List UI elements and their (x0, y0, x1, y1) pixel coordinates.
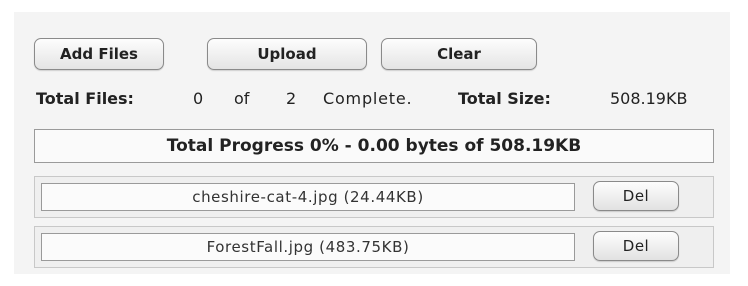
of-label: of (234, 89, 250, 108)
file-name-field: ForestFall.jpg (483.75KB) (41, 233, 575, 261)
clear-button[interactable]: Clear (381, 38, 537, 70)
file-row: ForestFall.jpg (483.75KB) Del (34, 226, 714, 268)
complete-label: Complete. (323, 89, 413, 108)
file-row: cheshire-cat-4.jpg (24.44KB) Del (34, 176, 714, 218)
total-size-label: Total Size: (458, 89, 551, 108)
total-progress-bar: Total Progress 0% - 0.00 bytes of 508.19… (34, 129, 714, 163)
file-name-field: cheshire-cat-4.jpg (24.44KB) (41, 183, 575, 211)
total-count: 2 (286, 89, 297, 108)
total-size-value: 508.19KB (610, 89, 688, 108)
progress-label: Total Progress 0% - 0.00 bytes of 508.19… (166, 136, 582, 156)
completed-count: 0 (193, 89, 204, 108)
total-files-label: Total Files: (36, 89, 134, 108)
add-files-button[interactable]: Add Files (34, 38, 164, 70)
delete-file-button[interactable]: Del (593, 231, 679, 261)
delete-file-button[interactable]: Del (593, 181, 679, 211)
upload-button[interactable]: Upload (207, 38, 367, 70)
